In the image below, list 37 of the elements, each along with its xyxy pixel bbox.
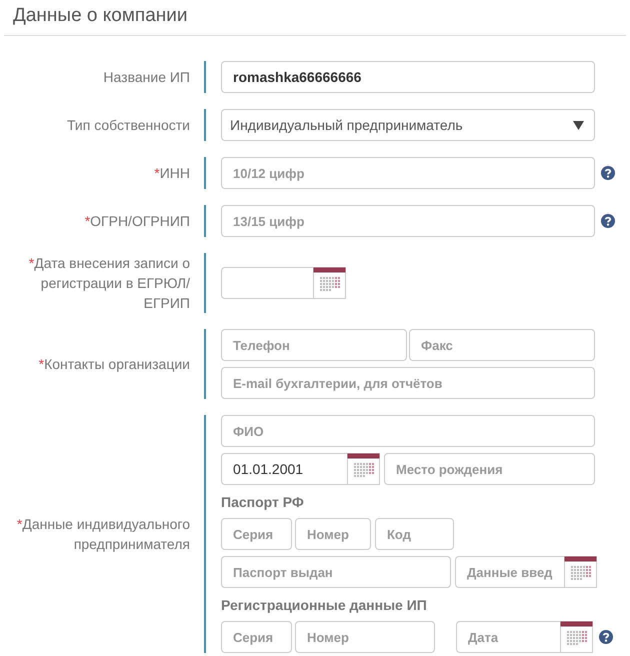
calendar-icon[interactable] [564, 556, 597, 588]
input-field[interactable]: Телефон [221, 329, 407, 361]
input-field[interactable]: E-mail бухгалтерии, для отчётов [221, 367, 595, 399]
calendar-icon[interactable] [313, 267, 346, 299]
field-label: Название ИП [102, 68, 190, 87]
calendar-icon[interactable] [347, 453, 380, 485]
input-field[interactable]: Паспорт выдан [221, 556, 451, 588]
input-field[interactable]: Код [375, 518, 454, 550]
dropdown[interactable]: Индивидуальный предприниматель [221, 109, 595, 141]
input-field[interactable]: Факс [409, 329, 595, 361]
field-label: *Дата внесения записи о регистрации в ЕГРЮЛ/ ЕГРИП [28, 254, 190, 313]
field-label: *Данные индивидуального предпринимателя [16, 515, 190, 554]
field-label: *ИНН [153, 164, 190, 183]
input-field[interactable]: Номер [295, 518, 371, 550]
input-field[interactable]: ФИО [221, 415, 595, 447]
input-field[interactable]: 13/15 цифр [221, 205, 595, 237]
field-label: *ОГРН/ОГРНИП [84, 212, 190, 231]
date-field[interactable] [221, 267, 313, 299]
help-icon[interactable] [601, 166, 615, 180]
subheading: Регистрационные данные ИП [221, 596, 428, 615]
section-title: Данные о компании [12, 4, 188, 28]
input-field[interactable]: 10/12 цифр [221, 157, 595, 189]
input-field[interactable]: Номер [295, 621, 435, 653]
calendar-icon[interactable] [560, 621, 593, 653]
field-label: *Контакты организации [38, 355, 190, 374]
help-icon[interactable] [599, 630, 613, 644]
subheading: Паспорт РФ [221, 493, 305, 512]
input-field[interactable]: Серия [221, 621, 292, 653]
date-field[interactable]: Дата [456, 621, 560, 653]
date-field[interactable]: 01.01.2001 [221, 453, 347, 485]
date-field[interactable]: Данные введ [455, 556, 564, 588]
help-icon[interactable] [601, 214, 615, 228]
input-field[interactable]: Место рождения [384, 453, 595, 485]
field-label: Тип собственности [66, 116, 190, 135]
input-field[interactable]: romashka66666666 [221, 61, 595, 93]
input-field[interactable]: Серия [221, 518, 292, 550]
caret-icon [573, 120, 584, 130]
